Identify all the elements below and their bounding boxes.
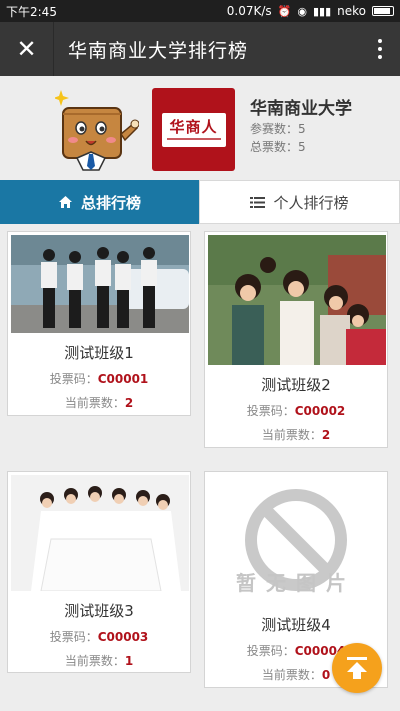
status-right: 0.07K/s ⏰ ◉ ▮▮▮ neko xyxy=(227,4,394,18)
scroll-to-top-icon xyxy=(347,657,367,679)
vote-code: C00003 xyxy=(97,630,149,644)
class-name: 测试班级2 xyxy=(261,376,331,394)
status-time: 下午2:45 xyxy=(6,4,57,19)
class-name: 测试班级3 xyxy=(64,602,134,620)
current-votes: 0 xyxy=(321,668,331,682)
current-votes: 2 xyxy=(321,428,331,442)
vote-code-line: 投票码：C00003 xyxy=(8,628,190,645)
ranking-tabs: 总排行榜 个人排行榜 xyxy=(0,180,400,224)
class-photo[interactable] xyxy=(11,235,189,333)
school-header: 华商人 华南商业大学 参赛数：5 总票数：5 xyxy=(0,76,400,180)
current-votes-label: 当前票数： xyxy=(64,396,125,410)
mascot-icon xyxy=(55,90,139,171)
current-votes: 2 xyxy=(124,396,134,410)
network-speed: 0.07K/s xyxy=(226,4,272,18)
current-votes-label: 当前票数： xyxy=(261,668,322,682)
close-icon[interactable]: ✕ xyxy=(0,22,54,76)
page-title: 华南商业大学排行榜 xyxy=(68,39,249,62)
scroll-to-top-button[interactable] xyxy=(332,643,382,693)
vote-code: C00001 xyxy=(97,372,149,386)
home-icon xyxy=(58,196,72,208)
logo-plate: 华商人 xyxy=(161,112,226,147)
more-vertical-icon[interactable] xyxy=(360,22,400,76)
vote-code: C00002 xyxy=(294,404,346,418)
class-name: 测试班级1 xyxy=(64,344,134,362)
carrier-name: neko xyxy=(337,4,366,18)
vote-code-line: 投票码：C00002 xyxy=(205,402,387,419)
school-name: 华南商业大学 xyxy=(250,99,352,119)
tab-overall-ranking[interactable]: 总排行榜 xyxy=(0,180,199,224)
current-votes-label: 当前票数： xyxy=(64,654,125,668)
class-card[interactable]: 测试班级1 投票码：C00001 当前票数：2 xyxy=(7,231,191,416)
votes-label: 总票数： xyxy=(250,140,299,154)
nav-bar: ✕ 华南商业大学排行榜 xyxy=(0,22,400,76)
vote-code-label: 投票码： xyxy=(49,372,98,386)
wifi-icon: ◉ xyxy=(297,4,307,18)
logo-subline xyxy=(166,138,221,140)
tab-personal-ranking[interactable]: 个人排行榜 xyxy=(199,180,400,224)
school-logo: 华商人 xyxy=(152,88,235,171)
class-photo[interactable] xyxy=(208,235,386,365)
current-votes-line: 当前票数：2 xyxy=(205,426,387,443)
class-name: 测试班级4 xyxy=(261,616,331,634)
logo-text: 华商人 xyxy=(169,118,218,136)
tab-overall-label: 总排行榜 xyxy=(80,193,141,212)
class-photo[interactable] xyxy=(11,475,189,591)
current-votes-label: 当前票数： xyxy=(261,428,322,442)
votes-value: 5 xyxy=(298,140,306,154)
no-image-text: 暂无图片 xyxy=(236,571,356,595)
vote-code-label: 投票码： xyxy=(246,644,295,658)
status-bar: 下午2:45 0.07K/s ⏰ ◉ ▮▮▮ neko xyxy=(0,0,400,22)
signal-icon: ▮▮▮ xyxy=(312,4,332,18)
alarm-icon: ⏰ xyxy=(277,4,292,18)
class-card[interactable]: 测试班级3 投票码：C00003 当前票数：1 xyxy=(7,471,191,673)
vote-code-label: 投票码： xyxy=(246,404,295,418)
no-image-placeholder[interactable]: 暂无图片 xyxy=(208,475,384,605)
vote-code-line: 投票码：C00001 xyxy=(8,370,190,387)
class-card[interactable]: 测试班级2 投票码：C00002 当前票数：2 xyxy=(204,231,388,448)
current-votes-line: 当前票数：2 xyxy=(8,394,190,411)
vote-code-label: 投票码： xyxy=(49,630,98,644)
votes-stat: 总票数：5 xyxy=(250,138,306,155)
current-votes-line: 当前票数：1 xyxy=(8,652,190,669)
battery-icon xyxy=(372,6,394,16)
participants-value: 5 xyxy=(298,122,306,136)
list-icon xyxy=(250,196,266,208)
participants-stat: 参赛数：5 xyxy=(250,120,306,137)
current-votes: 1 xyxy=(124,654,134,668)
participants-label: 参赛数： xyxy=(250,122,299,136)
tab-personal-label: 个人排行榜 xyxy=(273,193,349,212)
